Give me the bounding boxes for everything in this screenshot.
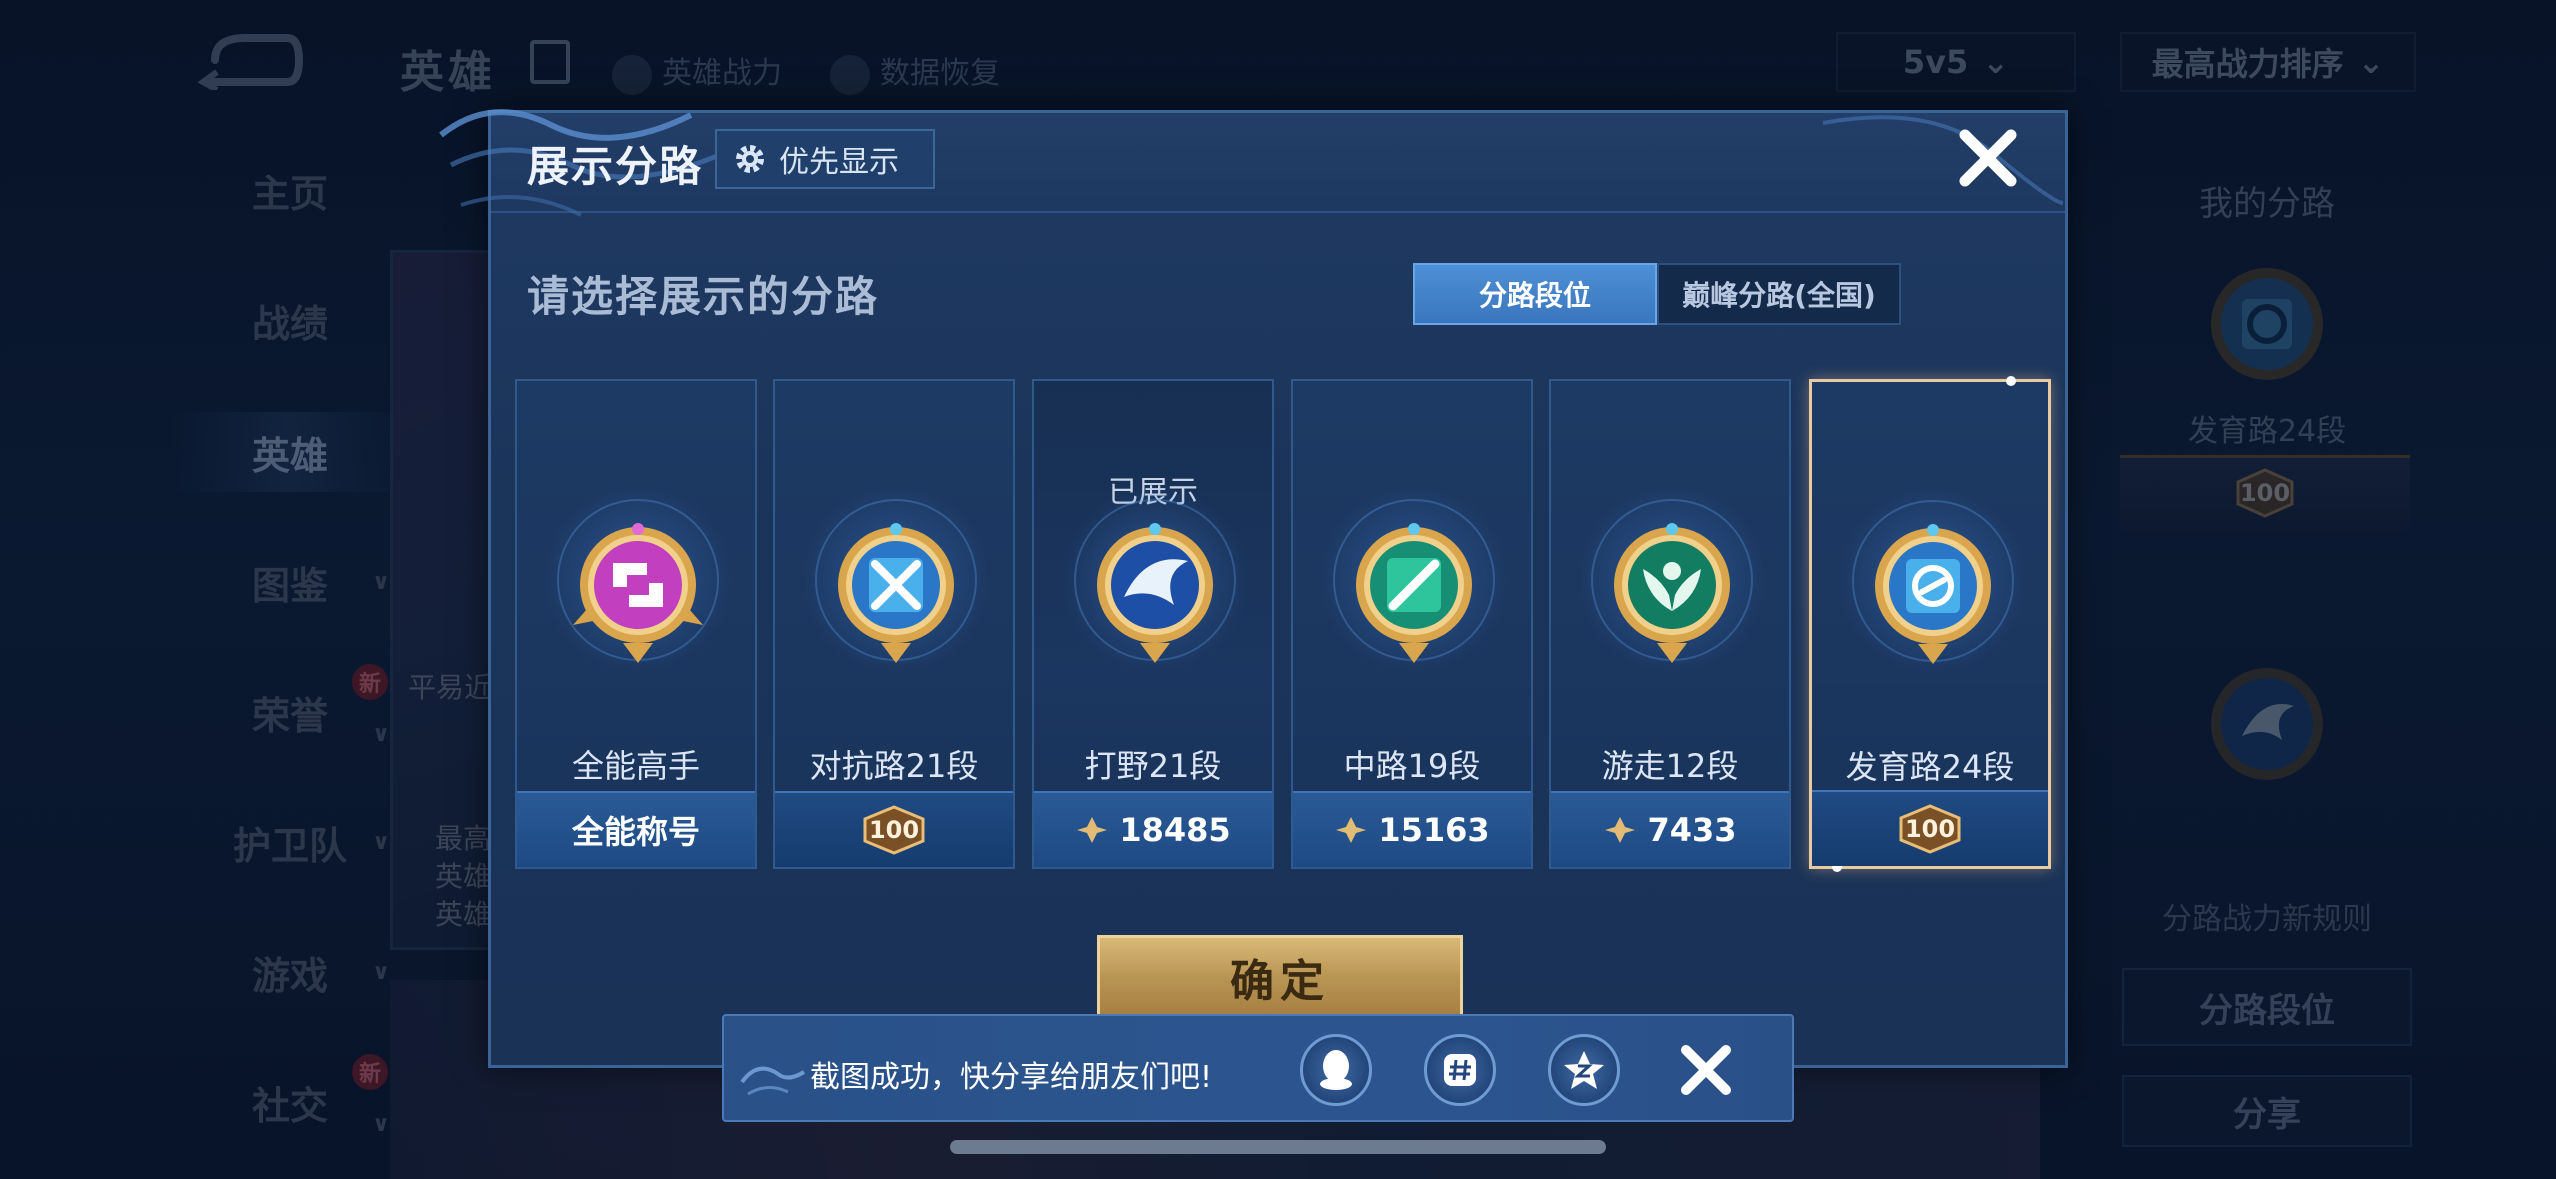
qzone-icon bbox=[1564, 1051, 1604, 1089]
close-icon[interactable] bbox=[1674, 1038, 1738, 1102]
cloud-ornament-icon bbox=[740, 1066, 806, 1096]
priority-display-button[interactable]: 优先显示 bbox=[715, 129, 935, 189]
home-indicator[interactable] bbox=[950, 1140, 1606, 1154]
lane-power-icon bbox=[1077, 817, 1108, 843]
cloud-ornament-icon bbox=[1822, 115, 2064, 205]
lane-card-label: 中路19段 bbox=[1343, 747, 1481, 785]
lane-card-footer: 100 bbox=[1812, 790, 2048, 866]
lane-card-footer: 18485 bbox=[1034, 791, 1272, 867]
tab-peak-lane[interactable]: 巅峰分路(全国) bbox=[1657, 263, 1901, 325]
farm-lane-emblem-icon bbox=[1875, 524, 1991, 664]
toast-message: 截图成功，快分享给朋友们吧! bbox=[810, 1060, 1213, 1095]
rank-100-badge: 100 bbox=[839, 805, 949, 855]
share-moments-button[interactable] bbox=[1424, 1034, 1496, 1106]
lane-card-label: 对抗路21段 bbox=[809, 747, 979, 785]
lane-card-label: 发育路24段 bbox=[1845, 748, 2015, 786]
gear-icon bbox=[736, 145, 764, 173]
lane-display-modal: 展示分路 优先显示 请选择展示的分路 分路段位 巅峰分路(全国) 全能高手 全能… bbox=[439, 109, 2068, 1068]
screenshot-share-toast: 截图成功，快分享给朋友们吧! bbox=[722, 1014, 1794, 1122]
lane-card-farm[interactable]: 发育路24段 100 bbox=[1809, 376, 2051, 872]
lane-power-icon bbox=[1605, 817, 1636, 843]
lane-card-footer: 7433 bbox=[1551, 791, 1789, 867]
rank-type-switch: 分路段位 巅峰分路(全国) bbox=[1413, 263, 1901, 325]
modal-subtitle: 请选择展示的分路 bbox=[527, 272, 880, 321]
lane-card-roam[interactable]: 游走12段 7433 bbox=[1549, 379, 1791, 869]
lane-card-footer: 全能称号 bbox=[517, 791, 755, 867]
modal-title: 展示分路 bbox=[527, 142, 704, 191]
qq-icon bbox=[1320, 1050, 1352, 1090]
roam-emblem-icon bbox=[1614, 523, 1730, 663]
rank-100-badge: 100 bbox=[1875, 804, 1985, 854]
lane-card-label: 全能高手 bbox=[571, 747, 700, 785]
share-qq-button[interactable] bbox=[1300, 1034, 1372, 1106]
close-icon[interactable] bbox=[1957, 127, 2019, 189]
selection-corner bbox=[2006, 376, 2016, 386]
lane-card-label: 游走12段 bbox=[1601, 747, 1739, 785]
lane-card-list: 全能高手 全能称号 对抗路21段 100 已展示 bbox=[515, 376, 2051, 872]
clash-lane-emblem-icon bbox=[838, 523, 954, 663]
allround-emblem-icon bbox=[573, 523, 703, 663]
lane-card-mid[interactable]: 中路19段 15163 bbox=[1291, 379, 1533, 869]
lane-card-allround[interactable]: 全能高手 全能称号 bbox=[515, 379, 757, 869]
share-qzone-button[interactable] bbox=[1548, 1034, 1620, 1106]
lane-card-label: 打野21段 bbox=[1084, 747, 1222, 785]
confirm-button[interactable]: 确定 bbox=[1097, 935, 1463, 1019]
lane-card-clash[interactable]: 对抗路21段 100 bbox=[773, 379, 1015, 869]
lane-card-footer: 100 bbox=[775, 791, 1013, 867]
tab-lane-rank[interactable]: 分路段位 bbox=[1413, 263, 1657, 325]
lane-card-footer: 15163 bbox=[1293, 791, 1531, 867]
lane-power-icon bbox=[1336, 817, 1367, 843]
mid-lane-emblem-icon bbox=[1356, 523, 1472, 663]
lane-card-jungle[interactable]: 已展示 打野21段 18485 bbox=[1032, 379, 1274, 869]
jungle-emblem-icon bbox=[1097, 523, 1213, 663]
wechat-moments-icon bbox=[1444, 1054, 1476, 1086]
